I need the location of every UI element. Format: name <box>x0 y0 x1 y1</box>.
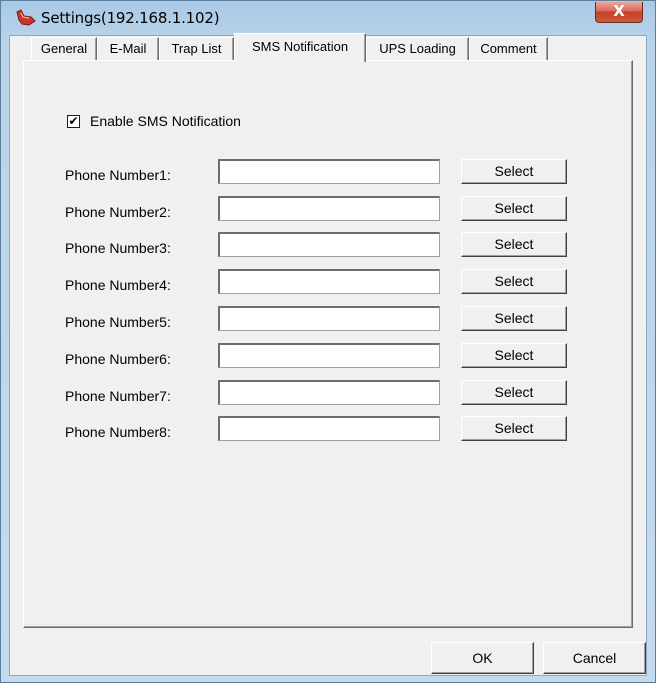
phone-number-8-input[interactable] <box>218 416 440 441</box>
tab-ups-loading[interactable]: UPS Loading <box>366 37 469 61</box>
phone-number-6-select-button[interactable]: Select <box>461 343 567 368</box>
tab-label: E-Mail <box>109 41 147 56</box>
phone-number-3-label: Phone Number3: <box>65 240 171 256</box>
phone-number-6-input[interactable] <box>218 343 440 368</box>
tab-label: UPS Loading <box>379 41 456 56</box>
settings-window: Settings(192.168.1.102) X General E-Mail… <box>0 0 656 683</box>
tab-label: General <box>40 41 88 56</box>
tab-label: SMS Notification <box>251 39 349 54</box>
phone-number-3-input[interactable] <box>218 232 440 257</box>
tab-comment[interactable]: Comment <box>469 37 548 61</box>
enable-sms-label: Enable SMS Notification <box>90 113 241 129</box>
phone-number-4-input[interactable] <box>218 269 440 294</box>
phone-number-1-input[interactable] <box>218 159 440 184</box>
tab-label: Comment <box>480 41 537 56</box>
close-button[interactable]: X <box>595 2 643 23</box>
phone-number-7-label: Phone Number7: <box>65 388 171 404</box>
phone-number-1-select-button[interactable]: Select <box>461 159 567 184</box>
phone-number-6-label: Phone Number6: <box>65 351 171 367</box>
tab-email[interactable]: E-Mail <box>97 37 159 61</box>
phone-number-5-label: Phone Number5: <box>65 314 171 330</box>
app-icon <box>16 9 36 26</box>
phone-number-5-select-button[interactable]: Select <box>461 306 567 331</box>
cancel-button[interactable]: Cancel <box>543 642 646 674</box>
window-title: Settings(192.168.1.102) <box>41 9 220 27</box>
tab-general[interactable]: General <box>31 37 97 61</box>
phone-number-4-label: Phone Number4: <box>65 277 171 293</box>
phone-number-2-select-button[interactable]: Select <box>461 196 567 221</box>
phone-number-8-label: Phone Number8: <box>65 424 171 440</box>
close-icon: X <box>613 2 625 20</box>
phone-number-2-input[interactable] <box>218 196 440 221</box>
phone-number-7-select-button[interactable]: Select <box>461 380 567 405</box>
tab-trap-list[interactable]: Trap List <box>159 37 234 61</box>
ok-button[interactable]: OK <box>431 642 534 674</box>
phone-number-7-input[interactable] <box>218 380 440 405</box>
phone-number-5-input[interactable] <box>218 306 440 331</box>
phone-number-3-select-button[interactable]: Select <box>461 232 567 257</box>
title-bar[interactable]: Settings(192.168.1.102) X <box>1 1 655 35</box>
tab-label: Trap List <box>171 41 222 56</box>
phone-number-8-select-button[interactable]: Select <box>461 416 567 441</box>
tab-sms-notification[interactable]: SMS Notification <box>234 33 366 62</box>
check-mark-icon: ✔ <box>68 114 79 128</box>
phone-number-1-label: Phone Number1: <box>65 167 171 183</box>
phone-number-2-label: Phone Number2: <box>65 204 171 220</box>
enable-sms-checkbox[interactable]: ✔ <box>67 115 80 128</box>
phone-number-4-select-button[interactable]: Select <box>461 269 567 294</box>
